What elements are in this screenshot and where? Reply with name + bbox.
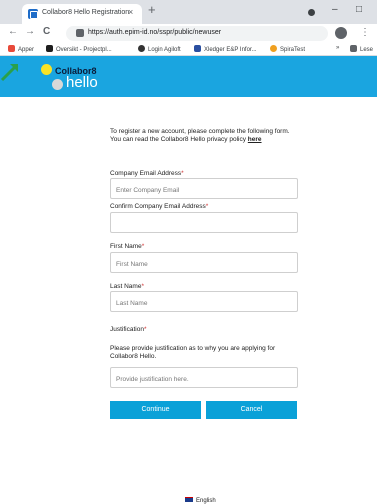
language-selector[interactable]: English <box>185 497 216 504</box>
intro-privacy-text: You can read the Collabor8 Hello privacy… <box>110 136 246 143</box>
tab-title: Collabor8 Hello Registration <box>42 9 130 16</box>
justification-label-text: Justification <box>110 326 144 333</box>
address-bar-url: https://auth.epim-id.no/sspr/public/newu… <box>88 29 222 36</box>
bookmark-label: SpiraTest <box>280 47 306 53</box>
new-tab-button[interactable]: + <box>148 3 156 17</box>
first-name-label: First Name* <box>110 243 144 250</box>
confirm-email-label-text: Confirm Company Email Address <box>110 203 206 210</box>
minimize-button[interactable]: – <box>332 4 338 15</box>
cancel-button[interactable]: Cancel <box>206 401 297 419</box>
required-mark: * <box>141 243 145 250</box>
last-name-input[interactable] <box>111 294 297 313</box>
confirm-email-label: Confirm Company Email Address* <box>110 203 208 210</box>
reading-list-icon <box>350 45 357 52</box>
reading-list-button[interactable]: Lese <box>350 45 373 53</box>
confirm-email-input[interactable] <box>111 215 297 234</box>
bookmarks-overflow-button[interactable]: » <box>336 45 339 51</box>
recording-icon <box>308 9 315 16</box>
reload-button[interactable]: C <box>43 26 50 37</box>
bookmark-apper[interactable]: Apper <box>8 45 34 53</box>
language-label: English <box>196 498 216 504</box>
uk-flag-icon <box>185 497 193 502</box>
bookmark-agiloft[interactable]: Login Agiloft <box>138 45 181 53</box>
last-name-field-box <box>110 291 298 313</box>
more-menu-icon[interactable]: ⋮ <box>360 27 370 38</box>
forward-button[interactable]: → <box>25 26 35 37</box>
company-email-label-text: Company Email Address <box>110 170 182 177</box>
required-mark: * <box>141 283 144 290</box>
required-mark: * <box>143 326 147 333</box>
last-name-label-text: Last Name <box>110 283 142 290</box>
spiratest-icon <box>270 45 277 52</box>
logo-text-hello: hello <box>66 74 98 91</box>
intro-line-2: You can read the Collabor8 Hello privacy… <box>110 136 302 144</box>
intro-line-1: To register a new account, please comple… <box>110 128 290 135</box>
bookmark-label: Xledger E&P Infor... <box>204 47 257 53</box>
browser-tab-strip: Collabor8 Hello Registration × + – □ <box>0 0 377 24</box>
address-bar[interactable]: https://auth.epim-id.no/sspr/public/newu… <box>66 26 328 41</box>
bookmark-label: Oversikt - Projectpl... <box>56 47 112 53</box>
bookmark-spiratest[interactable]: SpiraTest <box>270 45 305 53</box>
justification-input[interactable] <box>111 370 297 389</box>
profile-icon[interactable] <box>335 27 347 39</box>
justification-field-box <box>110 367 298 389</box>
lock-icon <box>76 29 84 37</box>
required-mark: * <box>205 203 209 210</box>
back-button[interactable]: ← <box>8 26 18 37</box>
tab-close-icon[interactable]: × <box>128 7 133 17</box>
last-name-label: Last Name* <box>110 283 144 290</box>
justification-label: Justification* <box>110 326 147 333</box>
xledger-icon <box>194 45 201 52</box>
browser-tab[interactable]: Collabor8 Hello Registration × <box>22 4 142 24</box>
header-banner <box>0 56 377 97</box>
company-email-label: Company Email Address* <box>110 170 184 177</box>
company-email-field-box <box>110 178 298 200</box>
justification-helper-text: Please provide justification as to why y… <box>110 345 276 360</box>
first-name-input[interactable] <box>111 255 297 274</box>
logo-dot-grey-icon <box>52 79 63 90</box>
confirm-email-field-box <box>110 212 298 234</box>
continue-button[interactable]: Continue <box>110 401 201 419</box>
agiloft-icon <box>138 45 145 52</box>
apps-grid-icon <box>8 45 15 52</box>
company-email-input[interactable] <box>111 181 297 200</box>
privacy-policy-link[interactable]: here <box>248 136 262 143</box>
bookmark-oversikt[interactable]: Oversikt - Projectpl... <box>46 45 112 53</box>
page: Collabor8 Hello Registration × + – □ ← →… <box>0 0 377 504</box>
reading-list-label: Lese <box>360 47 374 53</box>
projectplace-icon <box>46 45 53 52</box>
bookmark-xledger[interactable]: Xledger E&P Infor... <box>194 45 257 53</box>
arrow-icon <box>0 64 18 82</box>
required-mark: * <box>181 170 184 177</box>
favicon-icon <box>28 9 38 19</box>
bookmark-label: Apper <box>18 47 35 53</box>
maximize-button[interactable]: □ <box>356 4 362 15</box>
intro-text: To register a new account, please comple… <box>110 128 302 144</box>
bookmark-label: Login Agiloft <box>148 47 181 53</box>
first-name-field-box <box>110 252 298 274</box>
bookmarks-bar: Apper Oversikt - Projectpl... Login Agil… <box>0 43 377 56</box>
first-name-label-text: First Name <box>110 243 142 250</box>
browser-toolbar: ← → C https://auth.epim-id.no/sspr/publi… <box>0 24 377 43</box>
logo-dot-yellow-icon <box>41 64 52 75</box>
